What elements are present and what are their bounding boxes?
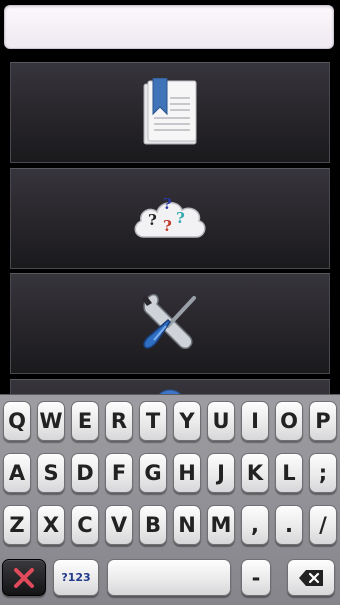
key-q[interactable]: Q	[3, 401, 31, 441]
svg-text:?: ?	[163, 217, 172, 235]
bookmarks-tile[interactable]	[10, 62, 330, 163]
help-tile[interactable]: ? ? ? ?	[10, 168, 330, 269]
key-period[interactable]: .	[275, 505, 303, 545]
symbols-key[interactable]: ?123	[53, 559, 99, 596]
space-key[interactable]	[107, 559, 231, 596]
key-w[interactable]: W	[37, 401, 65, 441]
dash-key[interactable]: -	[241, 559, 271, 596]
key-v[interactable]: V	[105, 505, 133, 545]
backspace-key[interactable]	[287, 559, 335, 596]
key-a[interactable]: A	[3, 453, 31, 493]
svg-text:?: ?	[176, 209, 185, 227]
key-h[interactable]: H	[173, 453, 201, 493]
key-i[interactable]: I	[241, 401, 269, 441]
bookmark-book-icon	[143, 77, 197, 144]
close-keyboard-key[interactable]	[2, 559, 46, 596]
key-l[interactable]: L	[275, 453, 303, 493]
key-slash[interactable]: /	[309, 505, 337, 545]
key-y[interactable]: Y	[173, 401, 201, 441]
key-semicolon[interactable]: ;	[309, 453, 337, 493]
search-input[interactable]	[4, 5, 334, 49]
key-e[interactable]: E	[71, 401, 99, 441]
key-j[interactable]: J	[207, 453, 235, 493]
onscreen-keyboard: QWERTYUIOP A S D F G H J K L; Z X C V B N M,. / ?123 -	[0, 394, 340, 605]
key-k[interactable]: K	[241, 453, 269, 493]
key-x[interactable]: X	[37, 505, 65, 545]
settings-tile[interactable]	[10, 273, 330, 374]
key-n[interactable]: N	[173, 505, 201, 545]
key-t[interactable]: T	[139, 401, 167, 441]
key-d[interactable]: D	[71, 453, 99, 493]
key-p[interactable]: P	[309, 401, 337, 441]
key-f[interactable]: F	[105, 453, 133, 493]
wrench-screwdriver-icon	[142, 293, 196, 349]
question-cloud-icon: ? ? ? ?	[134, 195, 206, 238]
backspace-icon	[299, 569, 323, 586]
svg-text:?: ?	[163, 195, 172, 213]
key-m[interactable]: M	[207, 505, 235, 545]
key-comma[interactable]: ,	[241, 505, 269, 545]
close-icon	[14, 567, 34, 588]
key-o[interactable]: O	[275, 401, 303, 441]
key-u[interactable]: U	[207, 401, 235, 441]
key-r[interactable]: R	[105, 401, 133, 441]
key-s[interactable]: S	[37, 453, 65, 493]
key-b[interactable]: B	[139, 505, 167, 545]
key-g[interactable]: G	[139, 453, 167, 493]
svg-text:?: ?	[148, 211, 157, 229]
key-z[interactable]: Z	[3, 505, 31, 545]
key-c[interactable]: C	[71, 505, 99, 545]
